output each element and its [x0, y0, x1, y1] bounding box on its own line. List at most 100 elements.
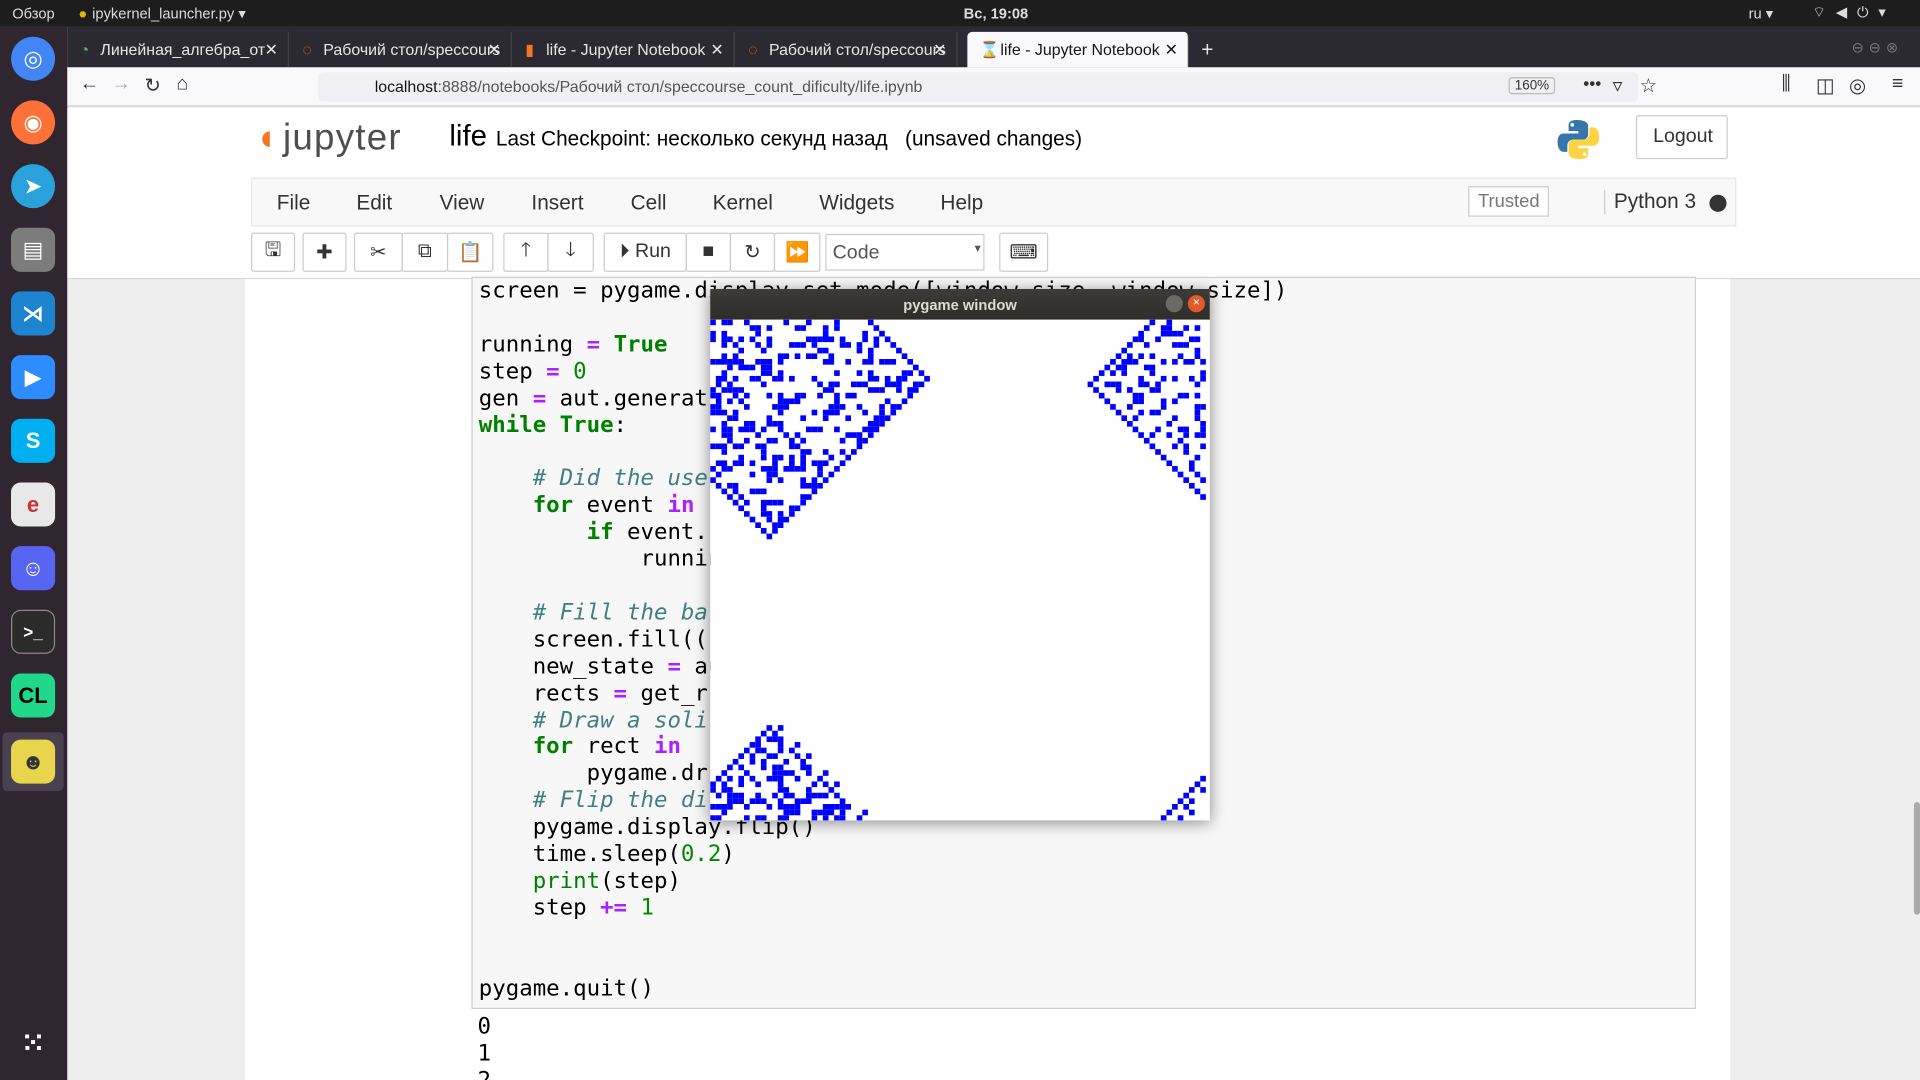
menu-file[interactable]: File [277, 191, 311, 215]
automaton-cell [721, 449, 728, 455]
pygame-titlebar[interactable]: pygame window [710, 288, 1210, 320]
move-up-button[interactable]: 🡑 [503, 232, 549, 272]
pocket-icon[interactable]: ▿ [1613, 73, 1623, 97]
browser-tab[interactable]: ▮ life - Jupyter Notebook ✕ [513, 31, 735, 68]
save-button[interactable]: 🖫 [251, 232, 296, 272]
language-indicator[interactable]: ru ▾ [1749, 5, 1774, 22]
activities-button[interactable]: Обзор [12, 5, 54, 22]
automaton-cell [856, 443, 863, 450]
window-controls[interactable]: ⊖⊖⊗ [1851, 39, 1903, 56]
discord-icon[interactable]: ☺ [11, 546, 56, 591]
automaton-cell [890, 404, 897, 410]
menu-kernel[interactable]: Kernel [713, 191, 773, 215]
automaton-cell [1177, 426, 1184, 433]
automaton-cell [727, 494, 733, 500]
trusted-badge[interactable]: Trusted [1468, 186, 1550, 217]
automaton-cell [811, 426, 818, 433]
more-actions-icon[interactable]: ••• [1583, 73, 1601, 93]
reload-icon[interactable]: ↻ [144, 73, 160, 97]
browser-tab-active[interactable]: ⌛life - Jupyter Notebook ✕ [967, 31, 1189, 68]
menu-edit[interactable]: Edit [356, 191, 392, 215]
automaton-cell [721, 353, 728, 360]
automaton-cell [710, 781, 716, 788]
menu-view[interactable]: View [440, 191, 485, 215]
restart-run-all-button[interactable]: ⏩ [773, 232, 821, 272]
automaton-cell [715, 404, 722, 410]
automaton-cell [1110, 404, 1116, 410]
terminal-icon[interactable]: >_ [11, 609, 56, 654]
tab-favicon: ◔ [79, 40, 90, 59]
menu-cell[interactable]: Cell [631, 191, 667, 215]
close-icon[interactable]: ✕ [487, 40, 500, 60]
clock[interactable]: Вс, 19:08 [964, 5, 1029, 22]
cell-type-select[interactable]: Code ▾ [825, 233, 985, 271]
run-button[interactable]: ⏵ Run [603, 232, 687, 272]
insert-cell-button[interactable]: ✚ [302, 232, 347, 272]
library-icon[interactable]: ⫼ [1782, 73, 1791, 95]
automaton-cell [862, 336, 868, 343]
sidebar-icon[interactable]: ◫ [1816, 73, 1835, 97]
notebook-name[interactable]: life [449, 120, 487, 154]
pygame-window[interactable]: pygame window × [710, 288, 1210, 821]
restart-button[interactable]: ↻ [729, 232, 776, 272]
automaton-cell [777, 426, 784, 433]
browser-tab[interactable]: ◌ Рабочий стол/speccours ✕ [290, 31, 512, 68]
pygame-icon[interactable]: ☻ [11, 739, 56, 784]
forward-icon[interactable]: → [111, 73, 131, 95]
browser-tab[interactable]: ◔ Линейная_алгебра_от ✕ [67, 31, 289, 68]
move-down-button[interactable]: 🡓 [547, 232, 594, 272]
automaton-cell [1155, 426, 1161, 433]
app-menu[interactable]: ● ipykernel_launcher.py ▾ [78, 5, 245, 22]
automaton-cell [811, 781, 818, 788]
zoom-icon[interactable]: ▶ [11, 355, 56, 400]
close-icon[interactable]: ✕ [710, 40, 723, 60]
automaton-cell [1194, 347, 1201, 354]
home-icon[interactable]: ⌂ [176, 73, 188, 95]
menu-insert[interactable]: Insert [531, 191, 583, 215]
zoom-level[interactable]: 160% [1508, 77, 1556, 95]
copy-button[interactable]: ⧉ [401, 232, 449, 272]
close-icon[interactable]: ✕ [265, 40, 278, 60]
keyboard-icon: ⌨ [1009, 242, 1038, 264]
new-tab-button[interactable]: + [1201, 38, 1213, 62]
command-palette-button[interactable]: ⌨ [999, 232, 1049, 272]
close-icon[interactable]: ✕ [933, 40, 946, 60]
hamburger-menu-icon[interactable]: ≡ [1892, 73, 1903, 95]
skype-icon[interactable]: S [11, 418, 56, 463]
bookmark-star-icon[interactable]: ☆ [1640, 73, 1658, 97]
automaton-cell [811, 477, 818, 483]
jupyter-logo[interactable]: ◖ jupyter [255, 118, 402, 160]
automaton-cell [766, 736, 773, 743]
back-icon[interactable]: ← [80, 73, 100, 95]
url-host: localhost [374, 77, 438, 96]
page-scrollbar[interactable] [1913, 802, 1920, 915]
automaton-cell [907, 392, 913, 399]
browser-tab[interactable]: ◌ Рабочий стол/speccours ✕ [736, 31, 958, 68]
automaton-cell [1177, 353, 1184, 360]
menu-help[interactable]: Help [940, 191, 983, 215]
interrupt-button[interactable]: ■ [685, 232, 732, 272]
document-viewer-icon[interactable]: e [11, 482, 56, 527]
url-bar[interactable]: localhost:8888/notebooks/Рабочий стол/sp… [318, 72, 1639, 102]
system-tray[interactable]: ⌔◀⏻▾ [1812, 4, 1895, 22]
automaton-cell [766, 437, 773, 444]
firefox-icon[interactable]: ◉ [11, 100, 56, 145]
account-icon[interactable]: ◎ [1849, 73, 1866, 97]
menu-widgets[interactable]: Widgets [819, 191, 894, 215]
vscode-icon[interactable]: ⋊ [11, 291, 56, 336]
chromium-icon[interactable]: ◎ [11, 36, 56, 81]
logout-button[interactable]: Logout [1635, 115, 1728, 160]
clion-icon[interactable]: CL [11, 673, 56, 718]
cut-button[interactable]: ✂ [353, 232, 403, 272]
files-icon[interactable]: ▤ [11, 227, 56, 272]
automaton-cell [772, 736, 778, 743]
minimize-icon[interactable] [1165, 295, 1183, 313]
telegram-icon[interactable]: ➤ [11, 164, 56, 209]
show-applications-icon[interactable]: ⁙ [11, 1021, 55, 1065]
paste-button[interactable]: 📋 [446, 232, 494, 272]
close-icon[interactable]: × [1187, 295, 1205, 313]
automaton-cell [732, 387, 739, 393]
close-icon[interactable]: ✕ [1165, 40, 1178, 60]
automaton-cell [755, 736, 761, 743]
automaton-cell [845, 359, 852, 365]
